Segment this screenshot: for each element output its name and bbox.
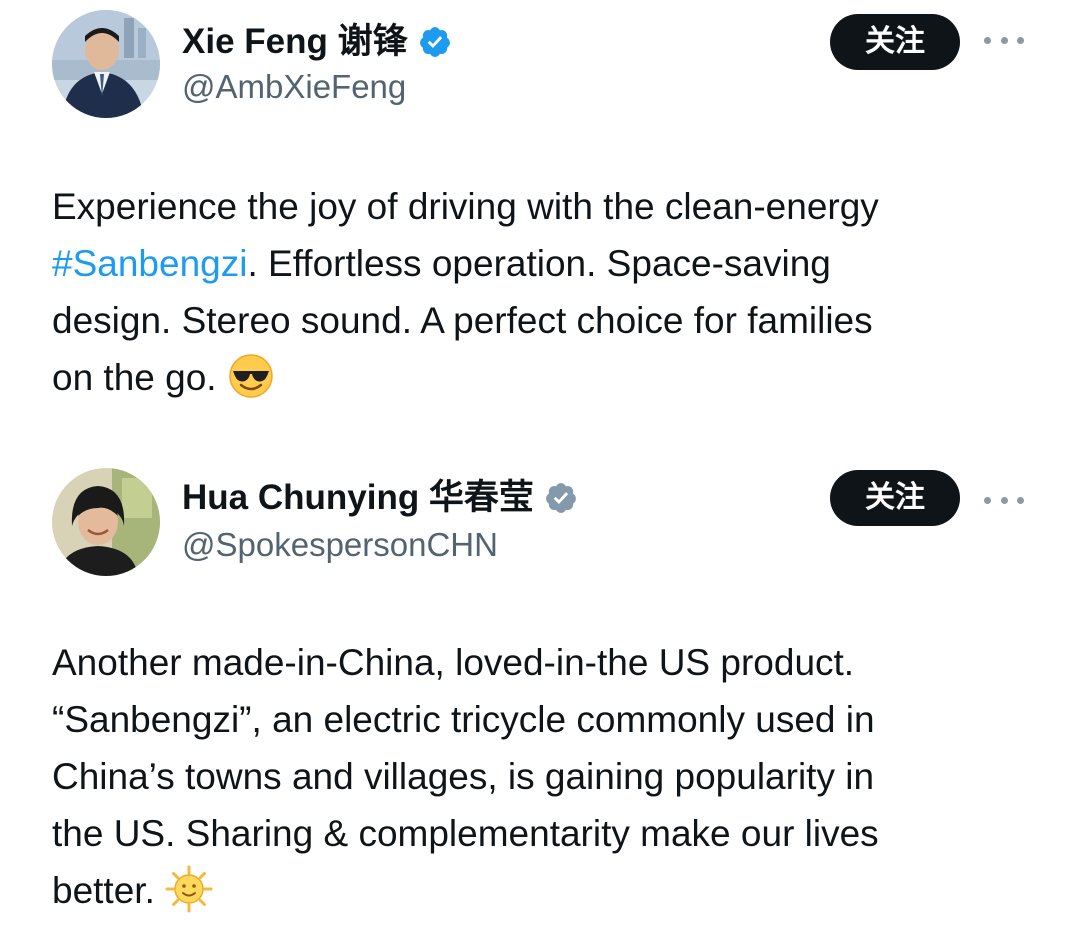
more-dot (1017, 496, 1024, 504)
follow-button[interactable]: 关注 (830, 14, 960, 70)
display-name[interactable]: Xie Feng 谢锋 (182, 22, 452, 62)
more-options-icon[interactable] (984, 490, 1024, 510)
verified-badge-icon (544, 481, 578, 515)
hashtag-link[interactable]: #Sanbengzi (52, 243, 247, 284)
more-dot (1000, 36, 1008, 44)
avatar-photo (52, 10, 160, 118)
tweet-text-fragment: on the go. (52, 357, 217, 398)
tweet-text: Experience the joy of driving with the c… (52, 178, 1042, 406)
tweet-text-line: “Sanbengzi”, an electric tricycle common… (52, 699, 875, 740)
more-dot (1000, 496, 1008, 504)
tweet-text-fragment: . Effortless operation. Space-saving (247, 243, 831, 284)
tweet-card[interactable]: Hua Chunying 华春莹 @SpokespersonCHN 关注 Ano… (0, 462, 1080, 950)
tweet-text-line: design. Stereo sound. A perfect choice f… (52, 300, 873, 341)
more-dot (984, 36, 991, 44)
avatar-photo (52, 468, 160, 576)
sun-with-face-icon (165, 865, 213, 913)
tweet-text-fragment: better. (52, 870, 155, 911)
tweet-text-line: the US. Sharing & complementarity make o… (52, 813, 879, 854)
tweet-text-line: Another made-in-China, loved-in-the US p… (52, 642, 855, 683)
tweet-text-line: China’s towns and villages, is gaining p… (52, 756, 875, 797)
display-name[interactable]: Hua Chunying 华春莹 (182, 478, 578, 518)
more-dot (984, 496, 991, 504)
smiling-face-with-sunglasses-icon (227, 352, 275, 400)
tweet-text: Another made-in-China, loved-in-the US p… (52, 634, 1042, 919)
avatar[interactable] (52, 10, 160, 118)
follow-button[interactable]: 关注 (830, 470, 960, 526)
verified-badge-icon (418, 25, 452, 59)
tweet-card[interactable]: Xie Feng 谢锋 @AmbXieFeng 关注 Experience th… (0, 0, 1080, 430)
user-handle[interactable]: @AmbXieFeng (182, 68, 406, 106)
tweet-text-line: Experience the joy of driving with the c… (52, 186, 879, 227)
display-name-text[interactable]: Hua Chunying 华春莹 (182, 478, 534, 518)
tweet-text-line: #Sanbengzi. Effortless operation. Space-… (52, 235, 1042, 292)
tweet-text-line: better. (52, 862, 1042, 919)
user-handle[interactable]: @SpokespersonCHN (182, 526, 498, 564)
tweet-text-line: on the go. (52, 349, 1042, 406)
more-options-icon[interactable] (984, 30, 1024, 50)
more-dot (1017, 36, 1024, 44)
avatar[interactable] (52, 468, 160, 576)
display-name-text[interactable]: Xie Feng 谢锋 (182, 22, 408, 62)
